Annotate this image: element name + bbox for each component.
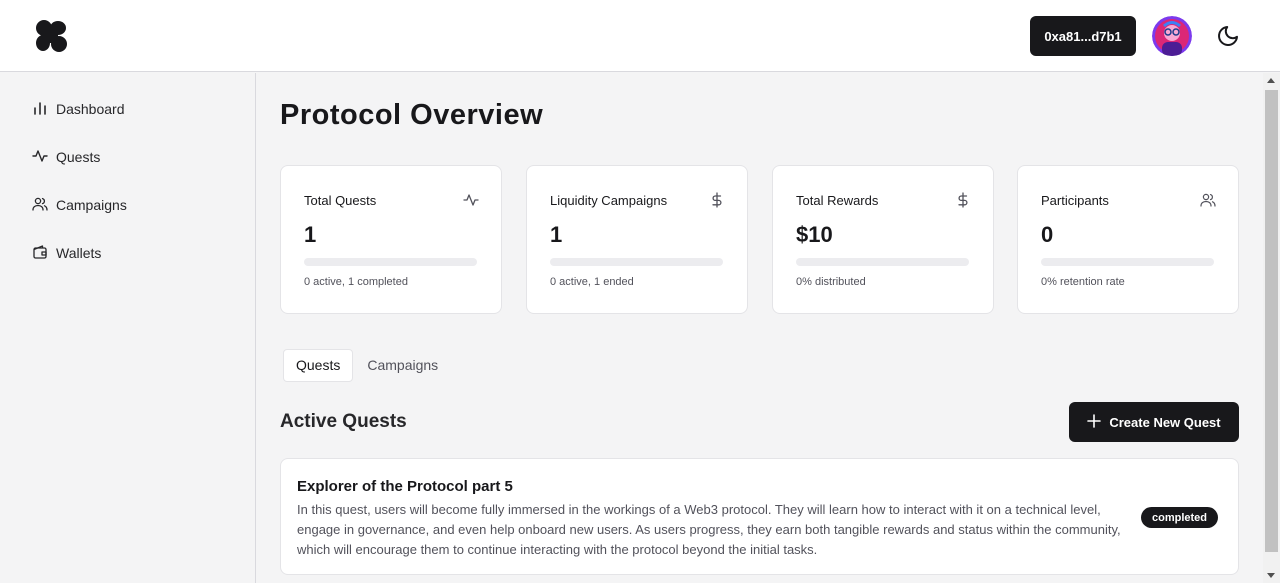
stat-card-value: $10 [796, 222, 833, 247]
bar-chart-icon [32, 100, 48, 119]
scrollbar-thumb[interactable] [1265, 90, 1278, 552]
sidebar-item-campaigns[interactable]: Campaigns [32, 193, 127, 217]
stat-card-value: 0 [1041, 222, 1054, 247]
stat-card-subtext: 0% retention rate [1041, 276, 1125, 288]
vertical-scrollbar[interactable] [1263, 73, 1280, 583]
avatar[interactable] [1152, 16, 1192, 56]
stat-card-subtext: 0 active, 1 completed [304, 276, 408, 288]
stat-card-total-rewards: Total Rewards $10 0% distributed [772, 165, 994, 314]
sidebar-item-label: Quests [56, 149, 101, 165]
stat-card-liquidity-campaigns: Liquidity Campaigns 1 0 active, 1 ended [526, 165, 748, 314]
stat-card-title: Total Quests [304, 193, 377, 208]
progress-bar [304, 258, 477, 266]
stat-card-subtext: 0 active, 1 ended [550, 276, 634, 288]
plus-icon [1087, 413, 1102, 431]
progress-bar [550, 258, 723, 266]
progress-bar [796, 258, 969, 266]
stat-card-value: 1 [550, 222, 563, 247]
sidebar-item-dashboard[interactable]: Dashboard [32, 97, 125, 121]
stat-card-subtext: 0% distributed [796, 276, 866, 288]
section-title: Active Quests [280, 411, 407, 432]
dollar-icon [709, 192, 725, 208]
scroll-up-arrow-icon[interactable] [1267, 78, 1275, 83]
scroll-down-arrow-icon[interactable] [1267, 573, 1275, 578]
users-icon [1200, 192, 1216, 208]
quest-card[interactable]: Explorer of the Protocol part 5 In this … [280, 458, 1239, 575]
sidebar-item-quests[interactable]: Quests [32, 145, 100, 169]
tab-quests[interactable]: Quests [283, 348, 354, 382]
activity-icon [463, 192, 479, 208]
progress-bar [1041, 258, 1214, 266]
tab-list: Quests Campaigns [280, 346, 453, 384]
users-icon [32, 196, 48, 215]
top-header: 0xa81...d7b1 [0, 0, 1280, 72]
activity-icon [32, 148, 48, 167]
main-content: Protocol Overview Total Quests 1 0 activ… [256, 73, 1263, 583]
quest-title: Explorer of the Protocol part 5 [297, 478, 513, 495]
moon-icon[interactable] [1214, 22, 1242, 50]
stat-card-total-quests: Total Quests 1 0 active, 1 completed [280, 165, 502, 314]
clover-logo-icon[interactable] [32, 17, 70, 55]
create-button-label: Create New Quest [1109, 414, 1221, 430]
sidebar-item-label: Campaigns [56, 197, 127, 213]
quest-description: In this quest, users will become fully i… [297, 502, 1121, 557]
stat-card-title: Participants [1041, 193, 1109, 208]
stat-card-title: Liquidity Campaigns [550, 193, 668, 208]
stat-card-title: Total Rewards [796, 193, 879, 208]
stat-card-participants: Participants 0 0% retention rate [1017, 165, 1239, 314]
sidebar-item-wallets[interactable]: Wallets [32, 241, 101, 265]
wallet-address-button[interactable]: 0xa81...d7b1 [1030, 16, 1136, 56]
page-title: Protocol Overview [280, 99, 544, 131]
dollar-icon [955, 192, 971, 208]
sidebar-item-label: Wallets [56, 245, 102, 261]
status-badge: completed [1141, 507, 1219, 528]
sidebar: Dashboard Quests Campaigns Wallets [0, 73, 256, 583]
wallet-icon [32, 244, 48, 263]
stat-card-value: 1 [304, 222, 317, 247]
sidebar-item-label: Dashboard [56, 101, 125, 117]
tab-campaigns[interactable]: Campaigns [355, 349, 450, 382]
create-new-quest-button[interactable]: Create New Quest [1069, 402, 1239, 442]
